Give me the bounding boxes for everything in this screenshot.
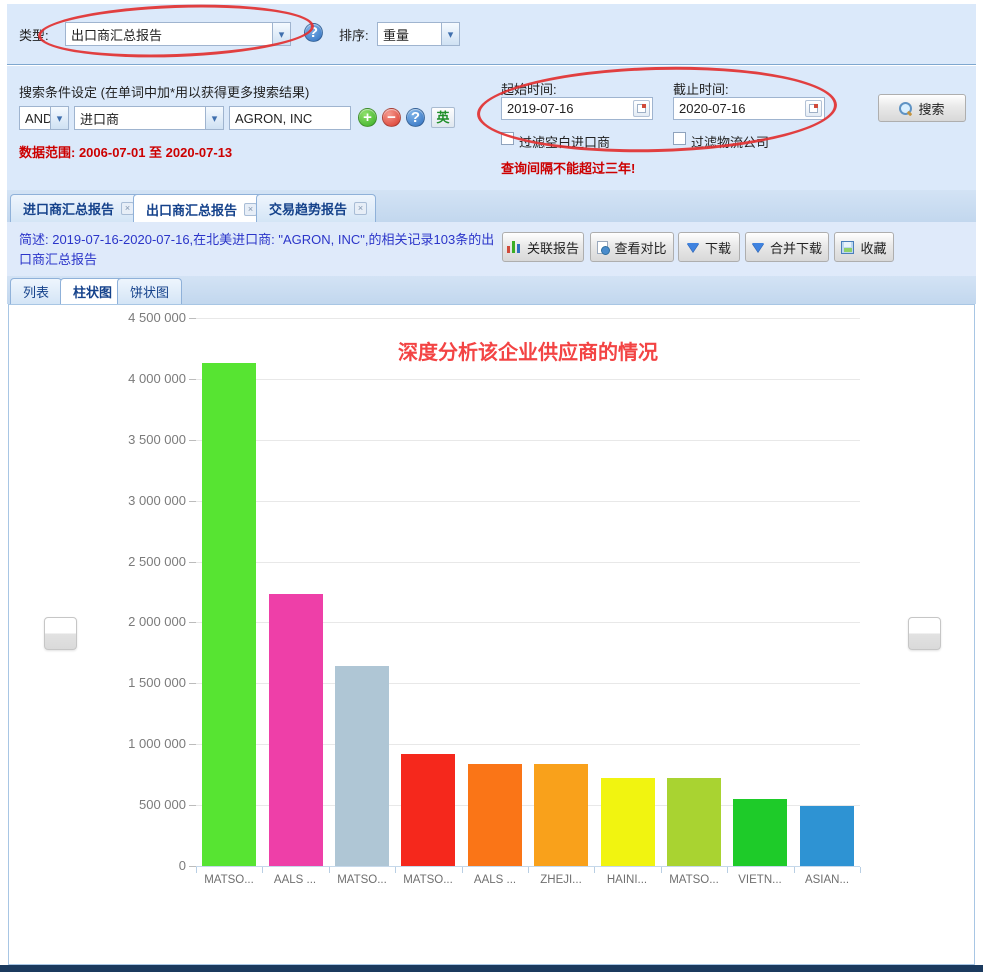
- gridline: [196, 318, 860, 319]
- y-axis-tick: [189, 379, 196, 380]
- y-axis-tick: [189, 440, 196, 441]
- x-axis-tick: [462, 867, 463, 873]
- x-axis-tick: [329, 867, 330, 873]
- x-axis-label: MATSO...: [196, 874, 262, 886]
- y-axis-tick: [189, 318, 196, 319]
- x-axis-label: MATSO...: [661, 874, 727, 886]
- x-axis-label: ZHEJI...: [528, 874, 594, 886]
- window-bottom-border: [0, 965, 983, 972]
- x-axis-tick: [262, 867, 263, 873]
- gridline: [196, 501, 860, 502]
- app-window: 类型: 出口商汇总报告 ▾ ? 排序: 重量 ▾ 搜索条件设定 (在单词中加*用…: [0, 0, 983, 974]
- bar[interactable]: [534, 764, 588, 866]
- x-axis-tick: [395, 867, 396, 873]
- y-axis-label: 2 500 000: [96, 554, 186, 569]
- x-axis-label: VIETN...: [727, 874, 793, 886]
- y-axis-label: 3 500 000: [96, 432, 186, 447]
- y-axis-label: 0: [96, 858, 186, 873]
- y-axis-label: 2 000 000: [96, 614, 186, 629]
- bar[interactable]: [335, 666, 389, 866]
- x-axis-label: AALS ...: [262, 874, 328, 886]
- bar-chart: 0 500 000 1 000 000 1 500 000 2 000 000 2 500…: [0, 0, 983, 974]
- x-axis-label: MATSO...: [395, 874, 461, 886]
- bar[interactable]: [269, 594, 323, 866]
- y-axis-tick: [189, 501, 196, 502]
- gridline: [196, 440, 860, 441]
- x-axis-label: AALS ...: [462, 874, 528, 886]
- x-axis-label: MATSO...: [329, 874, 395, 886]
- bar[interactable]: [468, 764, 522, 866]
- x-axis-tick: [727, 867, 728, 873]
- bar[interactable]: [202, 363, 256, 866]
- gridline: [196, 379, 860, 380]
- x-axis-tick: [860, 867, 861, 873]
- y-axis-label: 1 000 000: [96, 736, 186, 751]
- y-axis-label: 1 500 000: [96, 675, 186, 690]
- y-axis-tick: [189, 622, 196, 623]
- x-axis-tick: [196, 867, 197, 873]
- y-axis-label: 4 500 000: [96, 310, 186, 325]
- bar[interactable]: [800, 806, 854, 866]
- x-axis-tick: [794, 867, 795, 873]
- y-axis-tick: [189, 683, 196, 684]
- scroll-right-button[interactable]: [908, 617, 941, 650]
- y-axis-tick: [189, 805, 196, 806]
- x-axis-label: HAINI...: [594, 874, 660, 886]
- x-axis-tick: [594, 867, 595, 873]
- bar[interactable]: [733, 799, 787, 866]
- y-axis-label: 3 000 000: [96, 493, 186, 508]
- x-axis-tick: [661, 867, 662, 873]
- x-axis-tick: [528, 867, 529, 873]
- bar[interactable]: [401, 754, 455, 866]
- bar[interactable]: [667, 778, 721, 866]
- bar[interactable]: [601, 778, 655, 866]
- scroll-left-button[interactable]: [44, 617, 77, 650]
- gridline: [196, 562, 860, 563]
- y-axis-label: 4 000 000: [96, 371, 186, 386]
- y-axis-tick: [189, 562, 196, 563]
- x-axis-label: ASIAN...: [794, 874, 860, 886]
- y-axis-label: 500 000: [96, 797, 186, 812]
- y-axis-tick: [189, 744, 196, 745]
- y-axis-tick: [189, 866, 196, 867]
